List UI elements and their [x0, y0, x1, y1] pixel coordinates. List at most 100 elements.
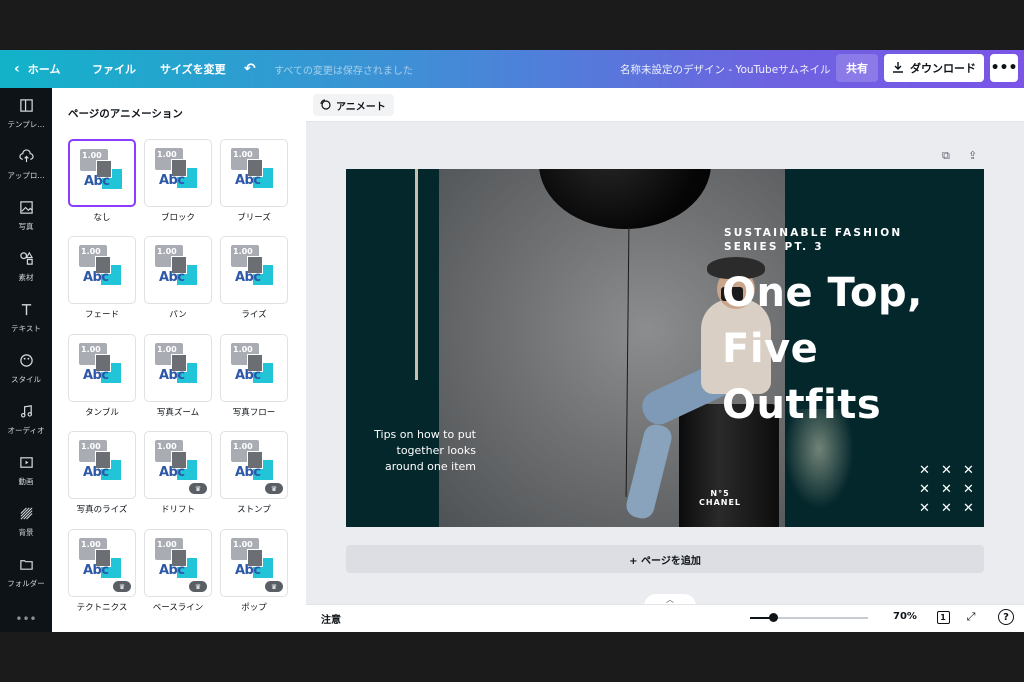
- rail-item-folders[interactable]: フォルダー: [0, 549, 52, 597]
- preview-text: Abc: [83, 563, 109, 578]
- duplicate-page-icon[interactable]: ⧉: [942, 149, 950, 163]
- animation-option[interactable]: 1.00 Abc: [144, 334, 212, 402]
- rail-label: 素材: [18, 273, 34, 282]
- rail-item-audio[interactable]: オーディオ: [0, 396, 52, 444]
- preview-text: Abc: [159, 465, 185, 480]
- add-page-icon[interactable]: ⇪: [968, 149, 977, 162]
- rail-label: テキスト: [11, 324, 41, 333]
- rail-item-templates[interactable]: テンプレ...: [0, 90, 52, 138]
- animation-option[interactable]: 1.00 Abc: [220, 139, 288, 207]
- animation-option-label: タンブル: [85, 408, 119, 418]
- animation-option[interactable]: 1.00 Abc: [144, 139, 212, 207]
- undo-icon[interactable]: ↶: [244, 50, 256, 88]
- animation-preview: 1.00 Abc: [231, 538, 277, 584]
- preview-text: Abc: [235, 465, 261, 480]
- barrel-label: N°5 CHANEL: [699, 489, 742, 507]
- animation-option[interactable]: 1.00 Abc ♛: [144, 529, 212, 597]
- file-menu[interactable]: ファイル: [92, 50, 136, 88]
- animation-preview: 1.00 Abc: [155, 245, 201, 291]
- animation-option-label: フェード: [84, 310, 119, 320]
- rail-label: オーディオ: [7, 426, 45, 435]
- download-button[interactable]: ダウンロード: [884, 54, 984, 82]
- animation-preview: 1.00 Abc: [80, 149, 126, 195]
- audio-icon: [19, 404, 34, 421]
- style-icon: [19, 353, 34, 370]
- animation-option[interactable]: 1.00 Abc: [68, 431, 136, 499]
- rail-label: フォルダー: [7, 579, 45, 588]
- more-options-button[interactable]: •••: [990, 54, 1018, 82]
- x-mark: ✕: [919, 501, 930, 516]
- context-toolbar: [306, 88, 1024, 122]
- animation-option[interactable]: 1.00 Abc: [68, 139, 136, 207]
- crown-icon: ♛: [189, 483, 207, 494]
- animation-option[interactable]: 1.00 Abc ♛: [144, 431, 212, 499]
- animation-option-label: パン: [169, 310, 187, 320]
- animation-preview: 1.00 Abc: [155, 538, 201, 584]
- preview-text: Abc: [159, 563, 185, 578]
- animation-option[interactable]: 1.00 Abc: [220, 334, 288, 402]
- animate-button[interactable]: アニメート: [313, 94, 394, 116]
- rail-label: アップロ...: [7, 171, 45, 180]
- balloon-string: [625, 227, 630, 497]
- saved-status: すべての変更は保存されました: [274, 65, 413, 77]
- animation-option[interactable]: 1.00 Abc ♛: [68, 529, 136, 597]
- preview-text: Abc: [159, 368, 185, 383]
- animation-option-label: ブロック: [160, 213, 195, 223]
- fullscreen-icon[interactable]: ⤢: [962, 608, 980, 626]
- crown-icon: ♛: [265, 581, 283, 592]
- rail-label: テンプレ...: [7, 120, 45, 129]
- accent-bar: [415, 169, 418, 380]
- preview-text: Abc: [84, 174, 110, 189]
- share-button[interactable]: 共有: [836, 54, 878, 82]
- rail-item-text[interactable]: テキスト: [0, 294, 52, 342]
- rail-item-background[interactable]: 背景: [0, 498, 52, 546]
- page-count-button[interactable]: 1: [934, 608, 952, 626]
- animation-option-label: ドリフト: [160, 505, 195, 515]
- letterbox-top: [0, 0, 1024, 50]
- crown-icon: ♛: [113, 581, 131, 592]
- animation-option[interactable]: 1.00 Abc: [68, 236, 136, 304]
- tips-text[interactable]: Tips on how to put together looks around…: [366, 427, 476, 475]
- animation-preview: 1.00 Abc: [231, 343, 277, 389]
- animate-icon: [319, 98, 331, 113]
- rail-item-elements[interactable]: 素材: [0, 243, 52, 291]
- headline-text[interactable]: One Top, Five Outfits: [722, 265, 982, 433]
- crown-icon: ♛: [189, 581, 207, 592]
- preview-text: Abc: [159, 173, 185, 188]
- rail-item-photos[interactable]: 写真: [0, 192, 52, 240]
- rail-label: 背景: [18, 528, 34, 537]
- animation-option[interactable]: 1.00 Abc: [144, 236, 212, 304]
- subtitle-text[interactable]: SUSTAINABLE FASHION SERIES PT. 3: [724, 226, 944, 254]
- rail-item-styles[interactable]: スタイル: [0, 345, 52, 393]
- animation-option[interactable]: 1.00 Abc ♛: [220, 431, 288, 499]
- rail-more-button[interactable]: •••: [0, 612, 52, 626]
- animation-option-label: ベースライン: [152, 603, 204, 613]
- notes-button[interactable]: 注意: [321, 611, 341, 626]
- zoom-level[interactable]: 70%: [893, 611, 917, 622]
- rail-item-video[interactable]: 動画: [0, 447, 52, 495]
- home-button[interactable]: ‹ ホーム: [14, 50, 60, 88]
- preview-text: Abc: [235, 368, 261, 383]
- add-page-button[interactable]: + ページを追加: [346, 545, 984, 573]
- design-canvas[interactable]: N°5 CHANEL Tips on how to put together l…: [346, 169, 984, 527]
- animation-option-label: ストンプ: [237, 505, 271, 515]
- animation-option-label: ポップ: [241, 603, 267, 613]
- animation-preview: 1.00 Abc: [231, 148, 277, 194]
- photo-icon: [19, 200, 34, 217]
- x-mark: ✕: [919, 463, 930, 478]
- x-pattern[interactable]: ✕ ✕ ✕ ✕ ✕ ✕ ✕ ✕ ✕: [919, 463, 979, 516]
- x-mark: ✕: [963, 482, 974, 497]
- animation-option[interactable]: 1.00 Abc: [68, 334, 136, 402]
- preview-text: Abc: [83, 465, 109, 480]
- animation-option[interactable]: 1.00 Abc ♛: [220, 529, 288, 597]
- design-title[interactable]: 名称未設定のデザイン - YouTubeサムネイル: [620, 50, 830, 88]
- animation-preview: 1.00 Abc: [155, 440, 201, 486]
- animation-preview: 1.00 Abc: [79, 440, 125, 486]
- preview-text: Abc: [83, 368, 109, 383]
- help-button[interactable]: ?: [998, 609, 1014, 625]
- zoom-slider[interactable]: [750, 617, 868, 619]
- resize-menu[interactable]: サイズを変更: [160, 50, 226, 88]
- rail-item-uploads[interactable]: アップロ...: [0, 141, 52, 189]
- animation-option[interactable]: 1.00 Abc: [220, 236, 288, 304]
- rail-label: 動画: [18, 477, 34, 486]
